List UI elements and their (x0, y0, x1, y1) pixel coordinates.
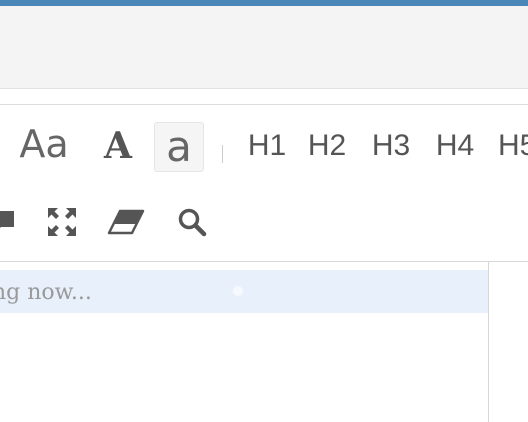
font-case-label: a (166, 122, 192, 171)
toolbar-separator (222, 145, 223, 163)
toolbar-divider (0, 89, 528, 105)
comment-icon (0, 211, 14, 228)
cursor-dot (233, 286, 243, 296)
header-area (0, 6, 528, 89)
status-text: ng now... (0, 280, 92, 305)
font-size-label: Aa (19, 122, 69, 166)
search-icon (178, 208, 207, 237)
search-button[interactable] (174, 200, 210, 244)
eraser-icon (107, 209, 145, 235)
heading-3-button[interactable]: H3 (368, 124, 414, 168)
comment-button[interactable] (0, 200, 20, 244)
status-row: ng now... (0, 270, 488, 313)
font-case-button[interactable]: a (154, 122, 204, 172)
heading-3-label: H3 (371, 129, 411, 162)
heading-5-button[interactable]: H5 (498, 124, 528, 168)
eraser-button[interactable] (106, 200, 146, 244)
font-style-button[interactable]: A (96, 122, 140, 170)
font-style-label: A (104, 125, 132, 167)
heading-4-label: H4 (435, 129, 475, 162)
heading-1-button[interactable]: H1 (244, 124, 290, 168)
font-size-button[interactable]: Aa (16, 122, 72, 166)
heading-1-label: H1 (247, 129, 287, 162)
heading-2-label: H2 (307, 129, 347, 162)
editor-body[interactable] (0, 313, 488, 422)
side-panel (488, 262, 528, 422)
heading-2-button[interactable]: H2 (304, 124, 350, 168)
fullscreen-icon (48, 208, 76, 236)
heading-4-button[interactable]: H4 (432, 124, 478, 168)
fullscreen-button[interactable] (44, 200, 80, 244)
heading-5-label: H5 (498, 129, 528, 162)
